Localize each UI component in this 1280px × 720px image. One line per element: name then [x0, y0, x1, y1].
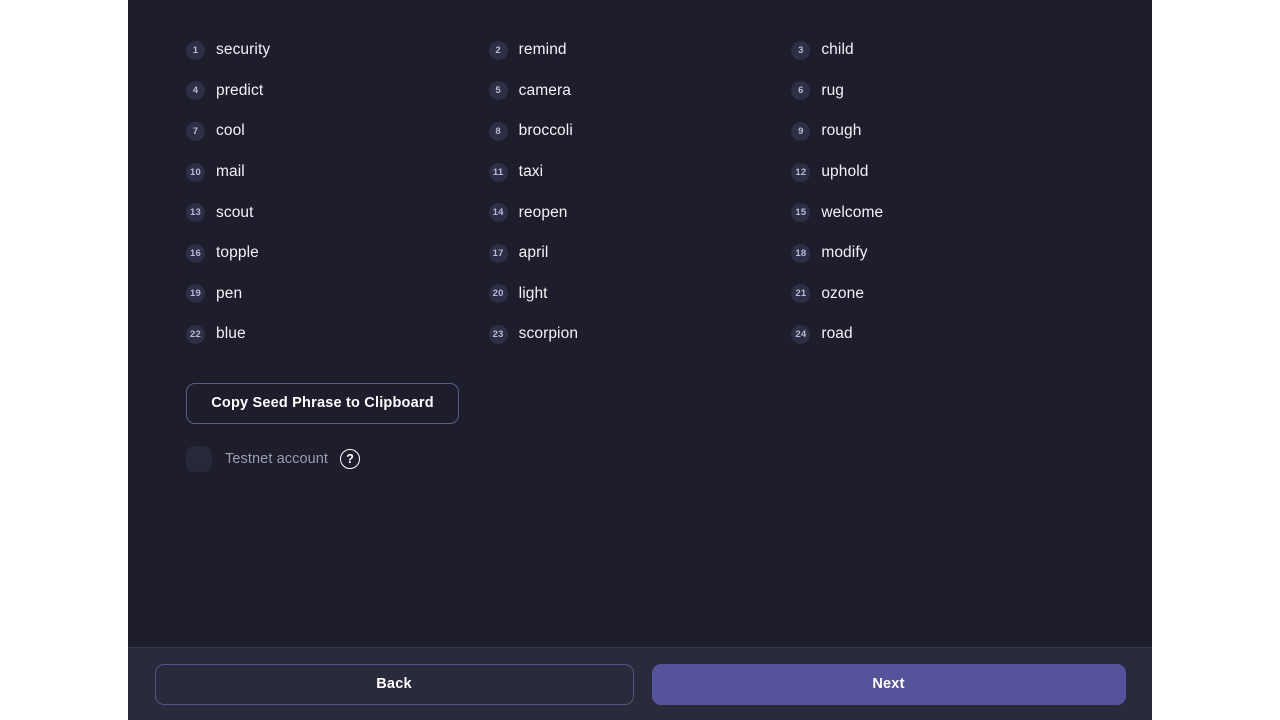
seed-word-item: 23 scorpion: [488, 314, 792, 355]
seed-word-item: 3 child: [791, 30, 1094, 71]
seed-word-index-badge: 15: [791, 203, 811, 223]
seed-word-label: security: [216, 41, 271, 59]
seed-word-index-badge: 24: [791, 324, 811, 344]
testnet-account-row: Testnet account ?: [186, 445, 1094, 472]
seed-word-label: blue: [216, 325, 246, 343]
seed-word-index-badge: 18: [791, 243, 811, 263]
seed-word-label: road: [821, 325, 853, 343]
seed-word-index-badge: 11: [488, 162, 508, 182]
seed-word-item: 11 taxi: [488, 152, 792, 193]
seed-word-index-badge: 8: [488, 121, 508, 141]
seed-word-label: april: [518, 244, 549, 262]
seed-word-index-badge: 7: [186, 121, 205, 141]
footer-bar: Back Next: [128, 647, 1152, 720]
testnet-account-checkbox[interactable]: [186, 445, 212, 472]
seed-word-item: 16 topple: [186, 233, 489, 274]
seed-word-label: reopen: [518, 203, 568, 221]
seed-word-index-badge: 14: [488, 203, 508, 223]
seed-word-index-badge: 16: [186, 243, 205, 263]
seed-word-item: 20 light: [488, 274, 792, 315]
seed-word-label: taxi: [518, 163, 544, 181]
back-button[interactable]: Back: [154, 663, 634, 705]
seed-word-item: 22 blue: [186, 314, 489, 355]
seed-word-index-badge: 22: [186, 324, 205, 344]
seed-word-label: rough: [821, 122, 862, 140]
seed-phrase-content: 1 security 2 remind 3 child 4 predict 5 camera 6 ru…: [128, 0, 1152, 647]
seed-word-label: light: [518, 284, 548, 302]
seed-word-item: 10 mail: [186, 152, 489, 193]
seed-word-index-badge: 23: [488, 324, 508, 344]
seed-word-grid: 1 security 2 remind 3 child 4 predict 5 camera 6 ru…: [186, 30, 1094, 355]
seed-word-label: broccoli: [518, 122, 573, 140]
seed-word-label: cool: [216, 122, 245, 140]
seed-word-index-badge: 9: [791, 121, 811, 141]
seed-word-item: 7 cool: [186, 111, 489, 152]
seed-word-item: 8 broccoli: [488, 111, 792, 152]
question-mark-icon[interactable]: ?: [340, 448, 361, 469]
seed-word-item: 9 rough: [791, 111, 1094, 152]
seed-word-item: 19 pen: [186, 274, 489, 315]
seed-word-label: camera: [518, 81, 571, 99]
seed-word-label: uphold: [821, 163, 869, 181]
seed-word-label: modify: [821, 244, 868, 262]
copy-seed-phrase-button[interactable]: Copy Seed Phrase to Clipboard: [186, 382, 459, 424]
seed-word-label: scout: [216, 203, 254, 221]
seed-word-index-badge: 4: [186, 81, 205, 101]
seed-word-index-badge: 5: [488, 81, 508, 101]
seed-word-label: ozone: [821, 284, 865, 302]
seed-word-item: 18 modify: [791, 233, 1094, 274]
seed-word-item: 4 predict: [186, 71, 489, 112]
seed-word-label: rug: [821, 81, 845, 99]
seed-word-index-badge: 21: [791, 284, 811, 304]
seed-word-label: child: [821, 41, 854, 59]
seed-word-index-badge: 19: [186, 284, 205, 304]
seed-word-index-badge: 3: [791, 40, 811, 60]
testnet-account-label: Testnet account: [225, 450, 329, 467]
seed-word-index-badge: 12: [791, 162, 811, 182]
seed-word-label: welcome: [821, 203, 884, 221]
seed-word-label: mail: [216, 163, 245, 181]
seed-word-item: 5 camera: [488, 71, 792, 112]
seed-word-label: remind: [518, 41, 567, 59]
next-button[interactable]: Next: [651, 663, 1126, 705]
seed-word-index-badge: 1: [186, 40, 205, 60]
seed-word-item: 21 ozone: [791, 274, 1094, 315]
seed-word-index-badge: 13: [186, 203, 205, 223]
seed-word-index-badge: 6: [791, 81, 811, 101]
seed-word-label: scorpion: [518, 325, 579, 343]
seed-word-index-badge: 10: [186, 162, 205, 182]
seed-word-item: 15 welcome: [791, 192, 1094, 233]
seed-word-item: 24 road: [791, 314, 1094, 355]
seed-word-item: 2 remind: [488, 30, 792, 71]
seed-word-index-badge: 20: [488, 284, 508, 304]
seed-word-item: 13 scout: [186, 192, 489, 233]
seed-phrase-panel: 1 security 2 remind 3 child 4 predict 5 camera 6 ru…: [128, 0, 1152, 720]
seed-word-label: predict: [216, 81, 264, 99]
seed-word-item: 17 april: [488, 233, 792, 274]
seed-word-item: 1 security: [186, 30, 489, 71]
seed-word-item: 14 reopen: [488, 192, 792, 233]
seed-word-label: topple: [216, 244, 259, 262]
seed-word-item: 6 rug: [791, 71, 1094, 112]
seed-word-item: 12 uphold: [791, 152, 1094, 193]
seed-word-index-badge: 2: [488, 40, 508, 60]
seed-word-label: pen: [216, 284, 243, 302]
seed-word-index-badge: 17: [488, 243, 508, 263]
